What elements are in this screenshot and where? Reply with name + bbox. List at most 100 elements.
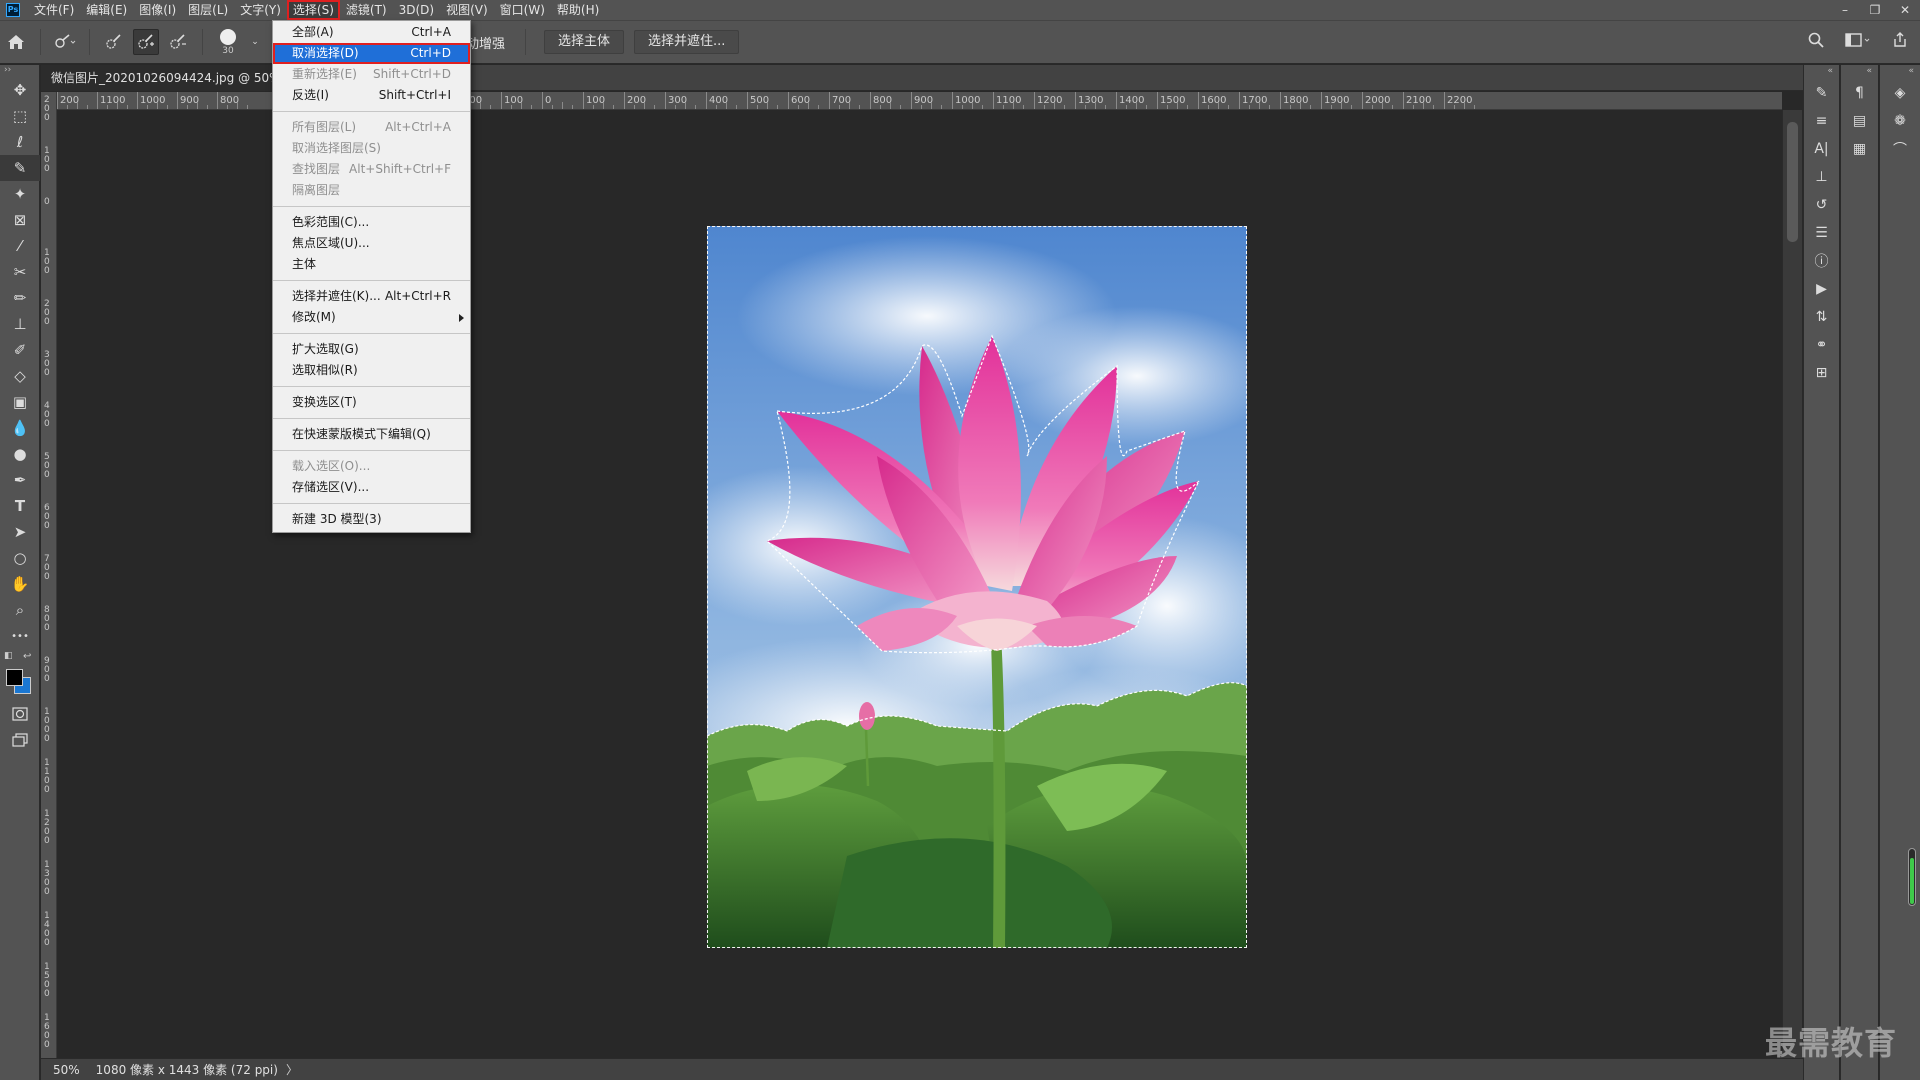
menu-item-10[interactable]: 帮助(H) <box>551 0 605 20</box>
blur-icon[interactable]: 💧 <box>0 415 40 441</box>
select-menu-item[interactable]: 在快速蒙版模式下编辑(Q) <box>273 424 470 445</box>
select-menu-item[interactable]: 扩大选取(G) <box>273 339 470 360</box>
zoom-icon[interactable]: ⌕ <box>0 597 40 623</box>
ruler-label: 1400 <box>1119 95 1145 106</box>
select-menu-item[interactable]: 色彩范围(C)... <box>273 212 470 233</box>
close-button[interactable]: ✕ <box>1890 0 1920 20</box>
libraries-icon[interactable]: ▤ <box>1841 107 1878 135</box>
select-subject-button[interactable]: 选择主体 <box>544 30 625 54</box>
select-menu-item[interactable]: 选取相似(R) <box>273 360 470 381</box>
channels-icon[interactable]: ❁ <box>1880 107 1920 135</box>
dodge-icon[interactable]: ● <box>0 441 40 467</box>
vertical-ruler[interactable]: 200 100 0 100 200 300 400 500 600 700 800 900 1000 11… <box>41 92 57 1058</box>
layer-comps-icon[interactable]: ⇅ <box>1804 303 1839 331</box>
collapse-panels-icon[interactable]: « <box>1804 65 1839 79</box>
add-to-selection-icon[interactable] <box>133 29 159 55</box>
history-icon[interactable]: ↺ <box>1804 191 1839 219</box>
move-icon[interactable]: ✥ <box>0 77 40 103</box>
paragraph-icon[interactable]: ¶ <box>1841 79 1878 107</box>
select-menu-item[interactable]: 修改(M) <box>273 307 470 328</box>
gradient-icon[interactable]: ▣ <box>0 389 40 415</box>
menu-item-0[interactable]: 文件(F) <box>28 0 80 20</box>
actions-play-icon[interactable]: ▶ <box>1804 275 1839 303</box>
menu-item-5[interactable]: 选择(S) <box>286 0 340 20</box>
magic-wand-icon[interactable]: ✦ <box>0 181 40 207</box>
select-menu-item[interactable]: 全部(A) Ctrl+A <box>273 22 470 43</box>
menu-item-6[interactable]: 滤镜(T) <box>340 0 393 20</box>
select-menu-item[interactable]: 主体 <box>273 254 470 275</box>
select-menu-item[interactable]: 新建 3D 模型(3) <box>273 509 470 530</box>
3d-icon[interactable]: ⚭ <box>1804 331 1839 359</box>
select-menu-item[interactable]: 存储选区(V)... <box>273 477 470 498</box>
select-menu-item[interactable]: 选择并遮住(K)... Alt+Ctrl+R <box>273 286 470 307</box>
adjustments-icon[interactable]: ≡ <box>1804 107 1839 135</box>
new-selection-icon[interactable] <box>101 29 127 55</box>
paths-icon[interactable]: ⌒ <box>1880 135 1920 163</box>
brush-settings-icon[interactable]: ✎ <box>1804 79 1839 107</box>
table-icon[interactable]: ⊞ <box>1804 359 1839 387</box>
collapse-toolbar-icon[interactable]: ›› <box>0 65 39 77</box>
restore-button[interactable]: ❐ <box>1860 0 1890 20</box>
menu-separator <box>273 450 470 451</box>
lotus-photo[interactable] <box>707 226 1247 948</box>
brush-size-picker[interactable]: 30 <box>211 24 245 60</box>
tool-preset-icon[interactable] <box>52 29 78 55</box>
workspace-icon[interactable] <box>1843 29 1873 51</box>
marquee-icon[interactable]: ⬚ <box>0 103 40 129</box>
healing-icon[interactable]: ✂ <box>0 259 40 285</box>
stamp-icon[interactable]: ⊥ <box>0 311 40 337</box>
home-icon[interactable] <box>3 29 29 55</box>
vertical-scrollbar[interactable] <box>1782 110 1802 1058</box>
chevron-down-icon[interactable]: ⌄ <box>248 29 262 55</box>
properties-icon[interactable]: ☰ <box>1804 219 1839 247</box>
menu-item-7[interactable]: 3D(D) <box>393 0 440 20</box>
info-icon[interactable]: ⓘ <box>1804 247 1839 275</box>
menu-item-1[interactable]: 编辑(E) <box>80 0 133 20</box>
select-and-mask-button[interactable]: 选择并遮住... <box>634 30 740 54</box>
notes-icon[interactable]: ▦ <box>1841 135 1878 163</box>
collapse-panels-icon[interactable]: « <box>1841 65 1878 79</box>
menu-item-2[interactable]: 图像(I) <box>133 0 182 20</box>
document-tab[interactable]: 微信图片_20201026094424.jpg @ 50% <box>41 65 273 91</box>
ruler-tick <box>97 92 98 109</box>
brush-icon[interactable]: ✏ <box>0 285 40 311</box>
scrollbar-thumb[interactable] <box>1787 122 1798 242</box>
subtract-from-selection-icon[interactable] <box>165 29 191 55</box>
collapse-panels-icon[interactable]: « <box>1880 65 1920 79</box>
minimize-button[interactable]: – <box>1830 0 1860 20</box>
menu-item-3[interactable]: 图层(L) <box>182 0 234 20</box>
select-menu-item[interactable]: 变换选区(T) <box>273 392 470 413</box>
more-icon[interactable]: ••• <box>0 623 40 649</box>
share-icon[interactable] <box>1889 29 1911 51</box>
quick-mask-icon[interactable] <box>0 701 40 727</box>
select-menu-item[interactable]: 焦点区域(U)... <box>273 233 470 254</box>
menu-item-8[interactable]: 视图(V) <box>440 0 494 20</box>
pen-icon[interactable]: ✒ <box>0 467 40 493</box>
swap-colors-icon[interactable]: ↩ <box>23 651 31 662</box>
lasso-icon[interactable]: ℓ <box>0 129 40 155</box>
frame-icon[interactable]: ⊠ <box>0 207 40 233</box>
hand-icon[interactable]: ✋ <box>0 571 40 597</box>
type-icon[interactable]: T <box>0 493 40 519</box>
ruler-subtick <box>1085 105 1086 109</box>
status-menu-icon[interactable]: 〉 <box>286 1061 298 1078</box>
foreground-color-swatch[interactable] <box>6 669 23 686</box>
ellipse-icon[interactable]: ○ <box>0 545 40 571</box>
zoom-level[interactable]: 50% <box>41 1063 90 1077</box>
screen-mode-icon[interactable] <box>0 727 40 753</box>
history-brush-icon[interactable]: ✐ <box>0 337 40 363</box>
ruler-tick <box>1075 92 1076 109</box>
eyedropper-icon[interactable]: ⁄ <box>0 233 40 259</box>
layers-icon[interactable]: ◈ <box>1880 79 1920 107</box>
menu-item-4[interactable]: 文字(Y) <box>234 0 287 20</box>
select-menu-item[interactable]: 取消选择(D) Ctrl+D <box>273 43 470 64</box>
quick-selection-icon[interactable]: ✎ <box>0 155 40 181</box>
menu-item-9[interactable]: 窗口(W) <box>494 0 551 20</box>
select-menu-item[interactable]: 反选(I) Shift+Ctrl+I <box>273 85 470 106</box>
default-colors-icon[interactable]: ◧ <box>4 651 13 661</box>
search-icon[interactable] <box>1805 29 1827 51</box>
path-select-icon[interactable]: ➤ <box>0 519 40 545</box>
eraser-icon[interactable]: ◇ <box>0 363 40 389</box>
clone-source-icon[interactable]: ⊥ <box>1804 163 1839 191</box>
character-icon[interactable]: A| <box>1804 135 1839 163</box>
